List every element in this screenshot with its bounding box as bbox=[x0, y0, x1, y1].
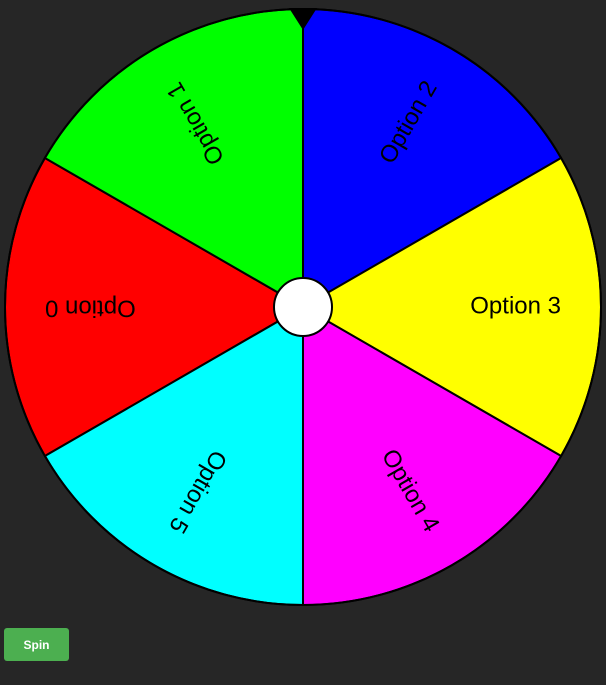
wheel-hub bbox=[273, 277, 333, 337]
prize-wheel: Option 0Option 1 Option 2Option 3Option 4… bbox=[4, 7, 603, 607]
wheel-slice-label-3: Option 3 bbox=[470, 292, 561, 319]
wheel-stage: Option 0 Option 1 Option 2 Option 3 Option 4… bbox=[0, 0, 606, 685]
spin-button[interactable]: Spin bbox=[4, 628, 69, 661]
wheel-slice-label-0: Option 0 bbox=[45, 295, 136, 322]
